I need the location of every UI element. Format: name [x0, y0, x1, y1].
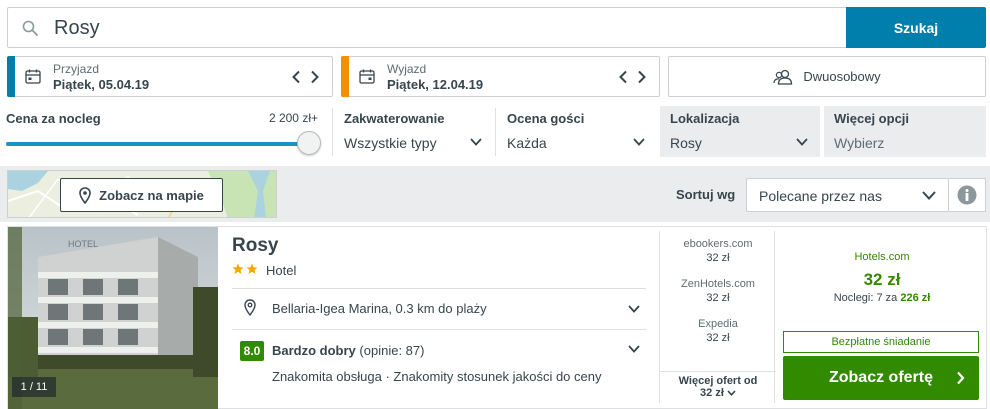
users-icon	[773, 69, 793, 85]
sort-label: Sortuj wg	[676, 187, 736, 202]
more-offers-button[interactable]: Więcej ofert od 32 zł	[660, 371, 776, 399]
offer-item[interactable]: ZenHotels.com 32 zł	[660, 278, 776, 304]
guest-rating-filter[interactable]: Ocena gości Każda	[497, 106, 657, 157]
image-counter: 1 / 11	[12, 377, 56, 397]
location-pin-icon	[244, 299, 256, 316]
chevron-down-icon	[727, 390, 736, 396]
hotel-stars	[232, 263, 258, 275]
rating-score-badge: 8.0	[240, 341, 264, 361]
guest-rating-filter-label: Ocena gości	[507, 111, 585, 126]
checkin-label: Przyjazd	[53, 62, 100, 76]
checkout-value: Piątek, 12.04.19	[387, 77, 484, 92]
rating-highlights: Znakomita obsługa · Znakomity stosunek j…	[272, 369, 602, 384]
checkin-date-box[interactable]: Przyjazd Piątek, 05.04.19	[7, 56, 333, 97]
accommodation-filter-label: Zakwaterowanie	[344, 111, 445, 126]
rating-count: (opinie: 87)	[359, 343, 425, 358]
view-map-button[interactable]: Zobacz na mapie	[60, 178, 223, 212]
offer-provider: Expedia	[698, 318, 738, 330]
best-offer-price[interactable]: 32 zł	[783, 270, 981, 290]
chevron-left-icon[interactable]	[618, 70, 628, 84]
chevron-down-icon	[796, 138, 808, 146]
search-input[interactable]	[54, 14, 814, 42]
chevron-right-icon	[957, 371, 965, 385]
chevron-down-icon	[922, 191, 936, 200]
price-slider-handle[interactable]	[297, 131, 321, 155]
star-icon	[246, 263, 258, 274]
search-icon	[22, 20, 38, 36]
chevron-down-icon[interactable]	[628, 305, 640, 313]
nights-total: 226 zł	[900, 292, 931, 304]
chevron-right-icon[interactable]	[637, 70, 647, 84]
offer-provider: ZenHotels.com	[681, 278, 755, 290]
checkout-date-box[interactable]: Wyjazd Piątek, 12.04.19	[341, 56, 660, 97]
more-offers-label: Więcej ofert od	[678, 375, 758, 387]
location-filter-label: Lokalizacja	[670, 111, 740, 126]
chevron-down-icon[interactable]	[628, 345, 640, 353]
best-offer-provider[interactable]: Hotels.com	[783, 251, 981, 263]
sort-info-button[interactable]	[949, 178, 986, 212]
chevron-down-icon	[633, 138, 645, 146]
price-max-value: 2 200 zł+	[268, 111, 318, 125]
offer-item[interactable]: ebookers.com 32 zł	[660, 238, 776, 264]
accommodation-filter[interactable]: Zakwaterowanie Wszystkie typy	[334, 106, 494, 157]
chevron-down-icon	[470, 138, 482, 146]
more-offers-price: 32 zł	[700, 387, 724, 399]
more-options-filter-label: Więcej opcji	[834, 111, 910, 126]
calendar-icon	[25, 69, 41, 84]
accommodation-filter-value: Wszystkie typy	[344, 135, 437, 151]
sort-select[interactable]: Polecane przez nas	[746, 178, 949, 212]
rating-summary[interactable]: Bardzo dobry (opinie: 87)	[272, 343, 424, 358]
checkin-accent	[7, 56, 15, 97]
best-offer: Hotels.com 32 zł Noclegi: 7 za 226 zł Be…	[783, 231, 981, 403]
more-options-filter[interactable]: Więcej opcji Wybierz	[824, 106, 986, 157]
star-icon	[232, 263, 244, 274]
checkout-accent	[341, 56, 349, 97]
divider	[232, 329, 646, 330]
hotel-name[interactable]: Rosy	[232, 235, 278, 257]
free-breakfast-badge: Bezpłatne śniadanie	[783, 331, 979, 353]
other-offers: ebookers.com 32 zł ZenHotels.com 32 zł E…	[659, 231, 776, 403]
more-options-filter-value: Wybierz	[834, 135, 885, 151]
offer-item[interactable]: Expedia 32 zł	[660, 318, 776, 344]
info-icon	[957, 185, 977, 205]
offer-price: 32 zł	[706, 332, 730, 344]
price-slider-track[interactable]	[6, 142, 306, 146]
view-map-label: Zobacz na mapie	[99, 187, 204, 203]
filter-divider	[495, 108, 496, 156]
offer-price: 32 zł	[706, 252, 730, 264]
svg-text:HOTEL: HOTEL	[68, 239, 98, 249]
location-filter-value: Rosy	[670, 135, 702, 151]
hotel-image[interactable]: HOTEL 1 / 11	[8, 227, 218, 409]
hotel-location[interactable]: Bellaria-Igea Marina, 0.3 km do plaży	[272, 301, 487, 316]
offer-price: 32 zł	[706, 292, 730, 304]
price-filter: Cena za nocleg 2 200 zł+	[0, 106, 332, 157]
search-button[interactable]: Szukaj	[846, 7, 986, 48]
hotel-type: Hotel	[266, 263, 297, 278]
view-deal-button[interactable]: Zobacz ofertę	[783, 356, 979, 400]
guest-rating-filter-value: Każda	[507, 135, 547, 151]
rating-label: Bardzo dobry	[272, 343, 356, 358]
best-offer-nights: Noclegi: 7 za 226 zł	[783, 292, 981, 304]
chevron-left-icon[interactable]	[291, 70, 301, 84]
filter-divider	[332, 108, 333, 156]
room-label: Dwuosobowy	[803, 69, 881, 84]
checkin-value: Piątek, 05.04.19	[53, 77, 150, 92]
calendar-icon	[359, 69, 375, 84]
room-selector[interactable]: Dwuosobowy	[668, 56, 986, 97]
checkout-label: Wyjazd	[387, 62, 427, 76]
price-filter-label: Cena za nocleg	[6, 111, 101, 126]
divider	[232, 288, 646, 289]
hotel-result-card: HOTEL 1 / 11 Rosy Hotel Bellaria-Igea Ma…	[7, 226, 987, 409]
location-filter[interactable]: Lokalizacja Rosy	[660, 106, 820, 157]
view-deal-label: Zobacz ofertę	[828, 369, 933, 386]
sort-select-value: Polecane przez nas	[759, 188, 882, 204]
nights-label: Noclegi: 7 za	[833, 292, 898, 304]
offer-provider: ebookers.com	[683, 238, 753, 250]
search-box[interactable]	[7, 7, 847, 48]
map-pin-icon	[79, 186, 91, 204]
chevron-right-icon[interactable]	[310, 70, 320, 84]
